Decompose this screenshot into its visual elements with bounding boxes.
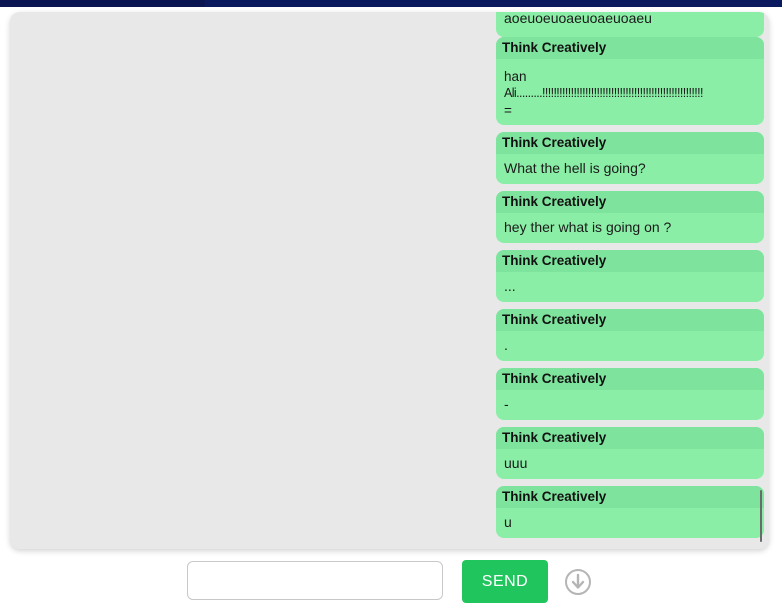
message-bubble: Think Creatively -: [496, 368, 764, 420]
message-text: hey ther what is going on ?: [504, 219, 672, 235]
message-author: Think Creatively: [496, 486, 764, 508]
send-button[interactable]: SEND: [462, 560, 548, 603]
top-nav-bar: [0, 0, 782, 7]
arrow-down-circle-icon[interactable]: [564, 568, 592, 596]
message-bubble: Think Creatively .: [496, 309, 764, 361]
message-bubble: Think Creatively ...: [496, 250, 764, 302]
message-bubble: Think Creatively han Ali.........!!!!!!!…: [496, 37, 764, 125]
message-text: ...: [504, 278, 516, 294]
message-text: aoeuoeuoaeuoaeuoaeu: [504, 12, 652, 26]
top-nav-tab[interactable]: [0, 0, 205, 7]
message-bubble: Think Creatively hey ther what is going …: [496, 191, 764, 243]
message-partial: aoeuoeuoaeuoaeuoaeu: [496, 12, 764, 37]
message-author: Think Creatively: [496, 191, 764, 213]
composer: SEND: [0, 560, 782, 604]
message-text: .: [504, 337, 508, 353]
message-line: han: [504, 69, 527, 84]
message-body: han Ali.........!!!!!!!!!!!!!!!!!!!!!!!!…: [496, 59, 764, 124]
message-author: Think Creatively: [496, 132, 764, 154]
message-line: =: [504, 103, 512, 118]
message-line: Ali.........!!!!!!!!!!!!!!!!!!!!!!!!!!!!…: [504, 86, 703, 100]
message-text: What the hell is going?: [504, 160, 646, 176]
message-list[interactable]: aoeuoeuoaeuoaeuoaeu Think Creatively han…: [496, 12, 764, 549]
message-input[interactable]: [187, 561, 443, 600]
message-author: Think Creatively: [496, 37, 764, 59]
message-bubble: Think Creatively u: [496, 486, 764, 538]
message-bubble: Think Creatively What the hell is going?: [496, 132, 764, 184]
message-author: Think Creatively: [496, 368, 764, 390]
message-author: Think Creatively: [496, 250, 764, 272]
scrollbar-thumb[interactable]: [760, 490, 762, 542]
message-text: -: [504, 396, 509, 412]
message-bubble: Think Creatively uuu: [496, 427, 764, 479]
message-text: u: [504, 514, 512, 530]
chat-panel: aoeuoeuoaeuoaeuoaeu Think Creatively han…: [10, 12, 769, 549]
message-author: Think Creatively: [496, 427, 764, 449]
message-author: Think Creatively: [496, 309, 764, 331]
message-text: uuu: [504, 455, 528, 471]
